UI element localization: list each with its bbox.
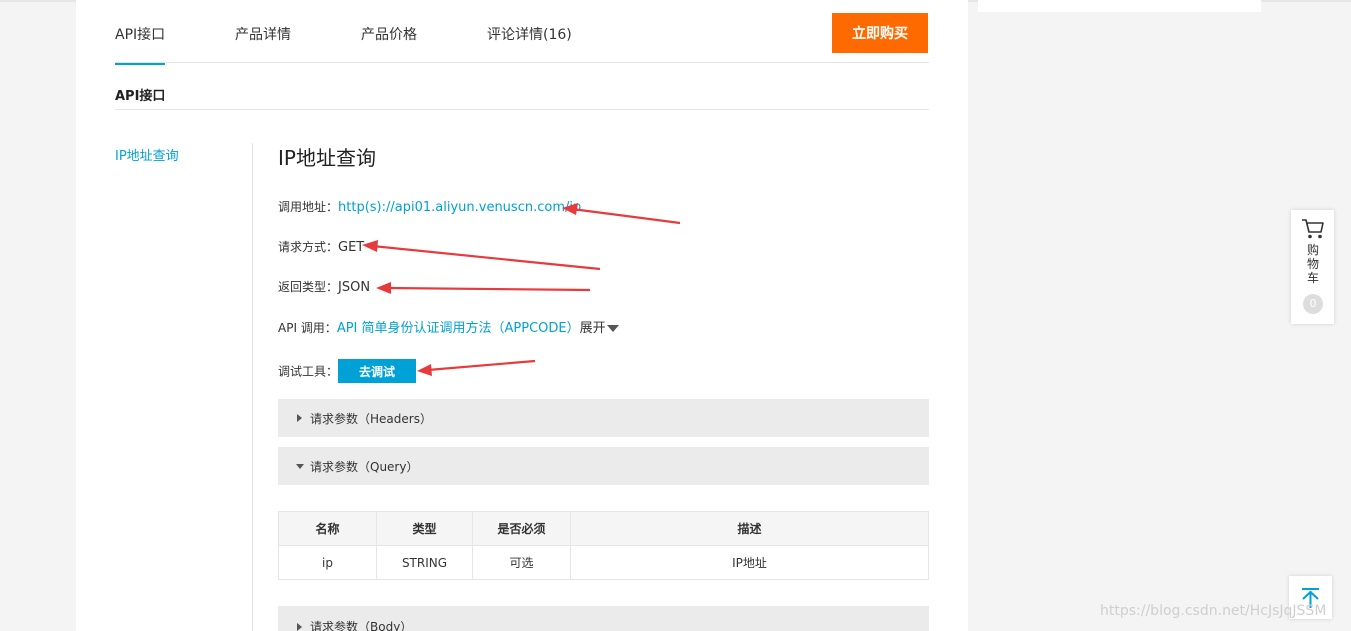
tab-api[interactable]: API接口: [115, 24, 166, 65]
table-row: ip STRING 可选 IP地址: [278, 545, 929, 580]
cart-icon: [1301, 218, 1325, 244]
url-label: 调用地址：: [278, 200, 339, 214]
body-panel[interactable]: 请求参数（Body）: [278, 606, 929, 631]
section-divider: [115, 109, 929, 110]
method-label: 请求方式：: [278, 240, 339, 254]
right-sidebar-card: [978, 0, 1261, 12]
return-type-row: 返回类型：JSON: [278, 278, 370, 295]
cart-count-badge: 0: [1303, 294, 1323, 314]
return-type-value: JSON: [338, 280, 371, 295]
column-header: 描述: [570, 511, 929, 546]
watermark: https://blog.csdn.net/HcJsJqJSSM: [1100, 603, 1327, 619]
debug-button[interactable]: 去调试: [338, 359, 417, 383]
tab-bar: API接口 产品详情 产品价格 评论详情(16) 立即购买: [115, 0, 929, 65]
tab-product-price[interactable]: 产品价格: [361, 24, 417, 44]
expand-label: 展开: [579, 321, 606, 336]
tab-reviews[interactable]: 评论详情(16): [487, 24, 572, 44]
table-cell: 可选: [472, 545, 571, 580]
vertical-divider: [252, 143, 253, 631]
query-params-table: 名称 类型 是否必须 描述 ip STRING 可选 IP地址: [278, 511, 929, 580]
query-panel[interactable]: 请求参数（Query）: [278, 447, 929, 485]
buy-now-button[interactable]: 立即购买: [832, 13, 928, 53]
headers-panel[interactable]: 请求参数（Headers）: [278, 399, 929, 437]
tab-product-details[interactable]: 产品详情: [235, 24, 291, 44]
table-header-row: 名称 类型 是否必须 描述: [278, 511, 929, 546]
caret-down-icon: [296, 464, 304, 469]
sidebar-item-ip-query[interactable]: IP地址查询: [115, 145, 179, 164]
debug-row: 调试工具： 去调试: [278, 359, 417, 383]
url-row: 调用地址：http(s)://api01.aliyun.venuscn.com/…: [278, 198, 581, 215]
section-title: API接口: [115, 89, 166, 104]
column-header: 名称: [278, 511, 377, 546]
return-type-label: 返回类型：: [278, 280, 339, 294]
table-cell: ip: [278, 545, 377, 580]
url-link[interactable]: http(s)://api01.aliyun.venuscn.com/ip: [338, 200, 581, 215]
cart-label: 购物车: [1306, 243, 1319, 285]
appcode-auth-link[interactable]: API 简单身份认证调用方法（APPCODE）: [337, 321, 580, 336]
caret-right-icon: [297, 623, 302, 631]
method-row: 请求方式：GET: [278, 238, 364, 255]
query-panel-label: 请求参数（Query）: [310, 460, 419, 474]
method-value: GET: [338, 240, 365, 255]
caret-right-icon: [297, 414, 302, 422]
api-title: IP地址查询: [278, 146, 376, 170]
caret-down-icon: [606, 325, 619, 332]
main-content: API接口 产品详情 产品价格 评论详情(16) 立即购买 API接口 IP地址…: [76, 0, 968, 631]
body-panel-label: 请求参数（Body）: [310, 620, 413, 631]
headers-panel-label: 请求参数（Headers）: [310, 412, 432, 426]
column-header: 是否必须: [472, 511, 571, 546]
api-call-row: API 调用：API 简单身份认证调用方法（APPCODE）展开: [278, 317, 619, 336]
expand-toggle[interactable]: 展开: [580, 321, 619, 336]
table-cell: STRING: [376, 545, 473, 580]
debug-label: 调试工具：: [278, 364, 339, 379]
api-call-label: API 调用：: [278, 321, 337, 335]
cart-button[interactable]: 购物车 0: [1291, 210, 1334, 324]
table-cell: IP地址: [570, 545, 929, 580]
column-header: 类型: [376, 511, 473, 546]
